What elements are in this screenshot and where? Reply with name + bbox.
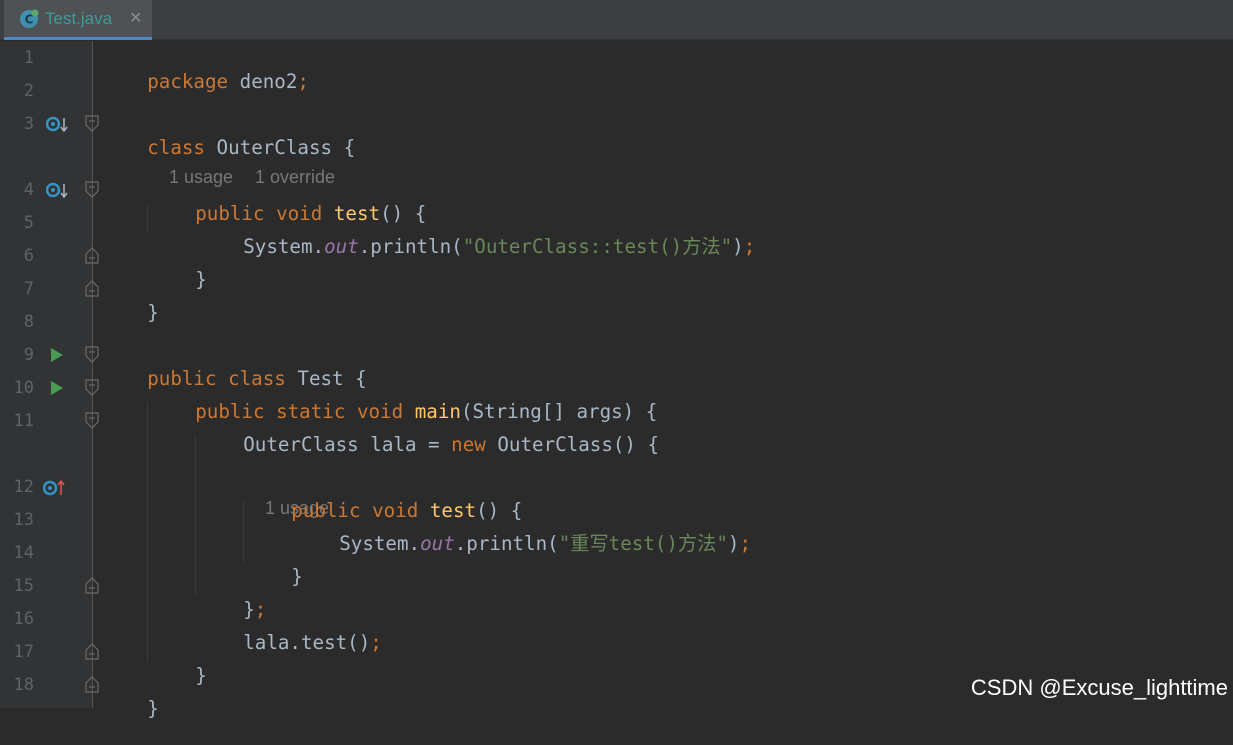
code-text: } (195, 268, 207, 291)
code-text: .println( (454, 532, 559, 555)
code-text: OuterClass() { (485, 433, 660, 456)
overridden-method-icon[interactable] (46, 115, 70, 135)
code-text: System. (243, 235, 325, 258)
line-number: 11 (13, 411, 34, 431)
static-field: out (324, 235, 359, 258)
line-number: 4 (23, 180, 34, 200)
code-text: } (195, 664, 207, 687)
line-number: 10 (13, 378, 34, 398)
gutter (0, 41, 93, 708)
code-line[interactable]: } (101, 277, 159, 349)
code-text: ) (732, 235, 744, 258)
editor-tab-bar: C Test.java ✕ (0, 0, 1233, 40)
code-line[interactable]: lala.test(); (197, 607, 382, 679)
code-text: .println( (358, 235, 463, 258)
code-text: } (147, 697, 159, 720)
fold-end-marker[interactable] (85, 642, 99, 660)
semicolon: ; (297, 70, 309, 93)
tab-label: Test.java (45, 9, 113, 28)
code-line[interactable]: System.out.println("OuterClass::test()方法… (197, 211, 755, 283)
fold-toggle[interactable] (85, 412, 99, 430)
tab-test-java[interactable]: C Test.java ✕ (4, 0, 152, 40)
code-text: } (147, 301, 159, 324)
close-icon[interactable]: ✕ (129, 8, 142, 27)
semicolon: ; (370, 631, 382, 654)
fold-end-marker[interactable] (85, 246, 99, 264)
fold-toggle[interactable] (85, 379, 99, 397)
code-editor[interactable]: 1 2 3 4 5 6 7 8 9 10 11 12 13 14 15 16 1… (0, 41, 1233, 720)
gutter-divider (92, 41, 93, 708)
line-number: 8 (23, 312, 34, 332)
keyword: new (451, 433, 486, 456)
line-number: 7 (23, 279, 34, 299)
code-text: ) (727, 532, 740, 555)
line-number: 5 (23, 213, 34, 233)
indent-guide (243, 501, 244, 562)
code-line[interactable]: } (101, 673, 159, 745)
line-number: 14 (13, 543, 34, 563)
fold-end-marker[interactable] (85, 279, 99, 297)
code-text: lala.test() (243, 631, 371, 654)
keyword: package (147, 70, 229, 93)
indent-guide (195, 435, 196, 595)
code-text: deno2 (228, 70, 298, 93)
string-literal: "OuterClass::test()方法" (462, 235, 733, 258)
code-line[interactable]: System.out.println("重写test()方法"); (293, 508, 751, 580)
line-number: 9 (23, 345, 34, 365)
indent-guide (147, 204, 148, 232)
code-text: System. (339, 532, 421, 555)
line-number: 16 (13, 609, 34, 629)
semicolon: ; (739, 532, 752, 555)
overriding-method-icon[interactable] (43, 478, 67, 498)
java-class-icon: C (20, 9, 39, 28)
fold-toggle[interactable] (85, 115, 99, 133)
indent-guide (147, 402, 148, 662)
line-number: 1 (23, 48, 34, 68)
code-text: OuterClass lala = (243, 433, 452, 456)
watermark: CSDN @Excuse_lighttime (970, 675, 1228, 700)
line-number: 18 (13, 675, 34, 695)
line-number: 3 (23, 114, 34, 134)
overridden-method-icon[interactable] (46, 181, 70, 201)
line-number: 6 (23, 246, 34, 266)
string-literal: "重写test()方法" (558, 532, 728, 555)
fold-toggle[interactable] (85, 181, 99, 199)
code-line[interactable]: package deno2; (101, 46, 309, 118)
run-icon[interactable] (49, 379, 65, 397)
line-number: 2 (23, 81, 34, 101)
fold-end-marker[interactable] (85, 576, 99, 594)
code-text: } (291, 565, 303, 588)
code-line[interactable]: OuterClass lala = new OuterClass() { (197, 409, 659, 481)
fold-toggle[interactable] (85, 346, 99, 364)
static-field: out (420, 532, 455, 555)
line-number: 15 (13, 576, 34, 596)
fold-end-marker[interactable] (85, 675, 99, 693)
line-number: 17 (13, 642, 34, 662)
line-number: 12 (13, 477, 34, 497)
line-number: 13 (13, 510, 34, 530)
run-icon[interactable] (49, 346, 65, 364)
semicolon: ; (743, 235, 756, 258)
